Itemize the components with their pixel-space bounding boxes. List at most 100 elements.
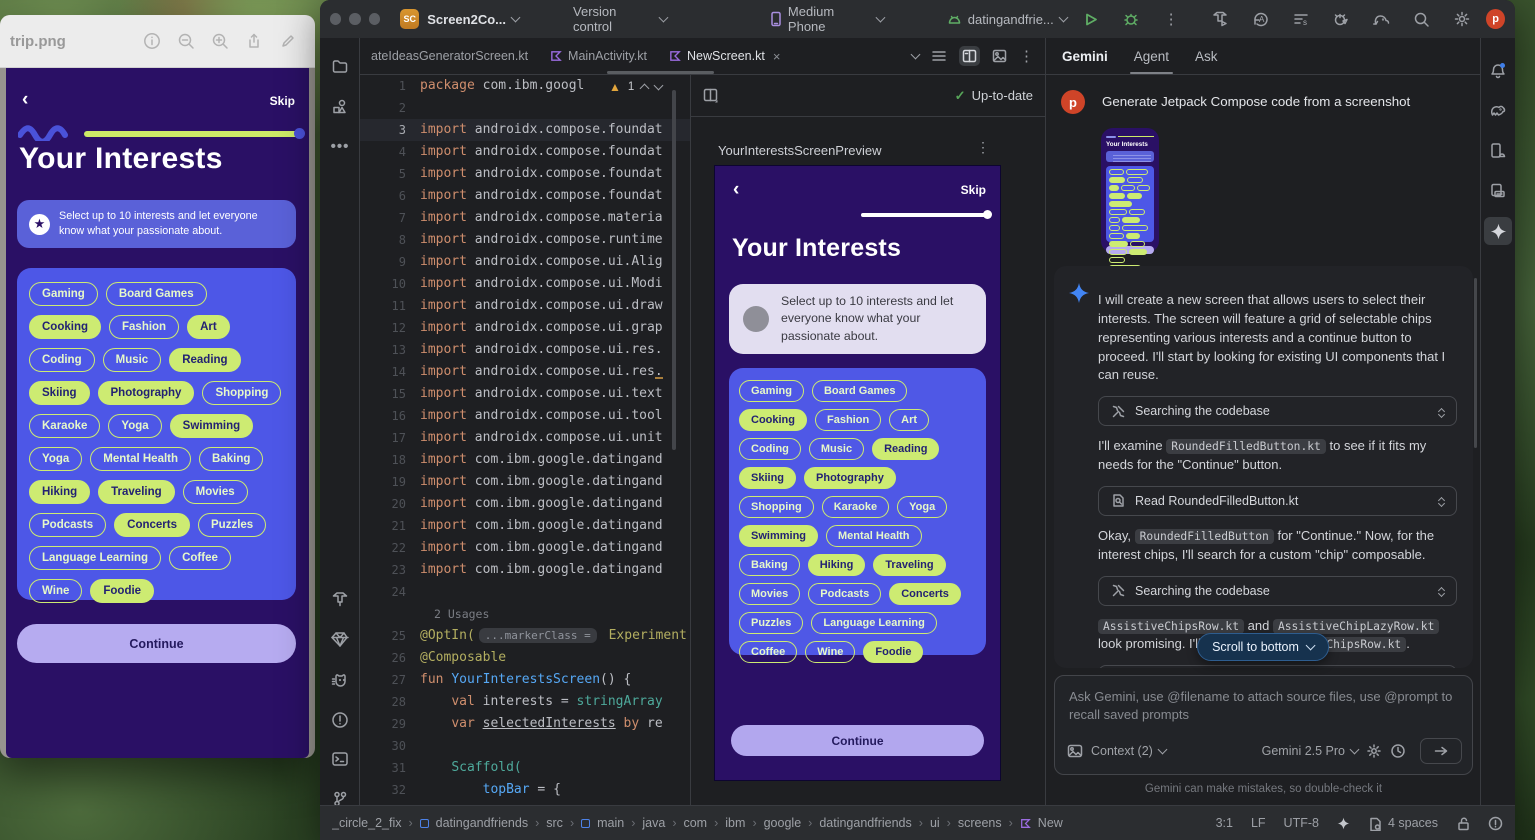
code-line[interactable]: 24 bbox=[360, 581, 690, 603]
vcs-widget[interactable]: Version control bbox=[573, 4, 667, 34]
error-highlight-icon[interactable] bbox=[1488, 816, 1503, 831]
tab-newscreen[interactable]: NewScreen.kt× bbox=[658, 38, 791, 74]
breadcrumb-item[interactable]: ibm bbox=[725, 816, 745, 830]
code-line[interactable]: 22import com.ibm.google.datingand bbox=[360, 537, 690, 559]
breadcrumb-item[interactable]: New bbox=[1038, 816, 1063, 830]
gradle-tool-icon[interactable] bbox=[1484, 97, 1512, 125]
breadcrumb-item[interactable]: com bbox=[683, 816, 707, 830]
breadcrumb[interactable]: _circle_2_fix›datingandfriends›src›main›… bbox=[332, 816, 1206, 830]
tool-call-card[interactable]: Searching the codebase bbox=[1098, 396, 1457, 426]
breadcrumb-item[interactable]: datingandfriends bbox=[819, 816, 911, 830]
user-avatar[interactable]: p bbox=[1486, 9, 1505, 29]
search-everywhere-icon[interactable] bbox=[1405, 11, 1437, 28]
debug-button[interactable] bbox=[1115, 11, 1147, 27]
project-selector[interactable]: Screen2Co... bbox=[427, 12, 519, 27]
code-line[interactable]: 14import androidx.compose.ui.res. bbox=[360, 361, 690, 383]
file-encoding[interactable]: UTF-8 bbox=[1284, 816, 1319, 830]
build-icon[interactable] bbox=[1204, 10, 1236, 28]
device-explorer-tool-icon[interactable] bbox=[1484, 177, 1512, 205]
more-actions-menu[interactable]: ⋮ bbox=[1155, 10, 1187, 28]
breadcrumb-item[interactable]: _circle_2_fix bbox=[332, 816, 401, 830]
code-line[interactable]: 31 Scaffold( bbox=[360, 757, 690, 779]
next-problem-icon[interactable] bbox=[654, 81, 664, 91]
profiler-icon[interactable] bbox=[1325, 10, 1357, 28]
chat-scrollbar[interactable] bbox=[1474, 278, 1477, 448]
code-line[interactable]: 23import com.ibm.google.datingand bbox=[360, 559, 690, 581]
code-line[interactable]: 7import androidx.compose.materia bbox=[360, 207, 690, 229]
line-ending[interactable]: LF bbox=[1251, 816, 1266, 830]
inspections-widget[interactable]: ▲ 1 bbox=[605, 78, 666, 96]
code-line[interactable]: 3import androidx.compose.foundat bbox=[360, 119, 690, 141]
editor-scrollbar[interactable] bbox=[672, 90, 676, 450]
unlock-icon[interactable] bbox=[1456, 816, 1470, 831]
run-button[interactable] bbox=[1075, 12, 1107, 27]
code-line[interactable]: 26@Composable bbox=[360, 647, 690, 669]
run-configuration[interactable]: datingandfrie... bbox=[947, 12, 1067, 27]
code-line[interactable]: 11import androidx.compose.ui.draw bbox=[360, 295, 690, 317]
device-streaming-icon[interactable]: s bbox=[1284, 10, 1316, 28]
zoom-out-icon[interactable] bbox=[169, 24, 203, 58]
code-line[interactable]: 2 Usages bbox=[360, 603, 690, 625]
tab-scrollbar[interactable] bbox=[607, 71, 714, 74]
code-line[interactable]: 30 bbox=[360, 735, 690, 757]
breadcrumb-item[interactable]: google bbox=[764, 816, 802, 830]
info-icon[interactable] bbox=[135, 24, 169, 58]
breadcrumb-item[interactable]: src bbox=[546, 816, 563, 830]
gemini-input-box[interactable]: Ask Gemini, use @filename to attach sour… bbox=[1054, 675, 1473, 775]
code-view-icon[interactable] bbox=[931, 49, 947, 63]
settings-icon[interactable] bbox=[1446, 10, 1478, 28]
tab-dateideasgeneratorscreen[interactable]: ateIdeasGeneratorScreen.kt bbox=[360, 38, 539, 74]
code-line[interactable]: 32 topBar = { bbox=[360, 779, 690, 801]
code-line[interactable]: 17import androidx.compose.ui.unit bbox=[360, 427, 690, 449]
scroll-to-bottom-button[interactable]: Scroll to bottom bbox=[1197, 633, 1329, 661]
code-line[interactable]: 15import androidx.compose.ui.text bbox=[360, 383, 690, 405]
tab-list-chevron[interactable] bbox=[911, 50, 921, 60]
window-close-button[interactable] bbox=[330, 13, 341, 25]
code-line[interactable]: 2 bbox=[360, 97, 690, 119]
markup-pencil-icon[interactable] bbox=[271, 24, 305, 58]
gemini-tool-icon[interactable] bbox=[1484, 217, 1512, 245]
code-line[interactable]: 9import androidx.compose.ui.Alig bbox=[360, 251, 690, 273]
tab-mainactivity[interactable]: MainActivity.kt bbox=[539, 38, 658, 74]
code-line[interactable]: 13import androidx.compose.ui.res. bbox=[360, 339, 690, 361]
send-button[interactable] bbox=[1420, 738, 1462, 764]
window-zoom-button[interactable] bbox=[369, 13, 380, 25]
build-tool-icon[interactable] bbox=[326, 585, 354, 613]
code-line[interactable]: 28 val interests = stringArray bbox=[360, 691, 690, 713]
attached-screenshot-thumbnail[interactable]: Your Interests bbox=[1101, 128, 1159, 253]
code-line[interactable]: 20import com.ibm.google.datingand bbox=[360, 493, 690, 515]
gemini-gem-tool-icon[interactable] bbox=[326, 625, 354, 653]
app-quality-insights-icon[interactable] bbox=[326, 666, 354, 694]
editor-options-menu[interactable]: ⋮ bbox=[1019, 47, 1035, 65]
usages-hint[interactable]: 2 Usages bbox=[360, 603, 489, 625]
device-selector[interactable]: Medium Phone bbox=[769, 4, 884, 34]
code-line[interactable]: 16import androidx.compose.ui.tool bbox=[360, 405, 690, 427]
history-icon[interactable] bbox=[1390, 743, 1406, 759]
breadcrumb-item[interactable]: main bbox=[597, 816, 624, 830]
code-line[interactable]: 10import androidx.compose.ui.Modi bbox=[360, 273, 690, 295]
gradle-sync-icon[interactable] bbox=[1365, 11, 1397, 28]
share-icon[interactable] bbox=[237, 24, 271, 58]
prev-problem-icon[interactable] bbox=[640, 84, 650, 94]
indent-setting[interactable]: 4 spaces bbox=[1368, 816, 1438, 831]
apply-changes-icon[interactable]: A bbox=[1244, 10, 1276, 28]
design-view-icon[interactable] bbox=[992, 49, 1007, 63]
terminal-tool-icon[interactable] bbox=[326, 745, 354, 773]
code-line[interactable]: 19import com.ibm.google.datingand bbox=[360, 471, 690, 493]
tool-call-card[interactable]: Read AssistiveChipsRow.kt bbox=[1098, 665, 1457, 668]
code-line[interactable]: 4import androidx.compose.foundat bbox=[360, 141, 690, 163]
tool-call-card[interactable]: Searching the codebase bbox=[1098, 576, 1457, 606]
breadcrumb-item[interactable]: datingandfriends bbox=[436, 816, 528, 830]
tool-call-card[interactable]: Read RoundedFilledButton.kt bbox=[1098, 486, 1457, 516]
running-devices-tool-icon[interactable] bbox=[1484, 137, 1512, 165]
ai-spark-icon[interactable] bbox=[1337, 817, 1350, 830]
project-tool-icon[interactable] bbox=[326, 52, 354, 80]
code-line[interactable]: 27fun YourInterestsScreen() { bbox=[360, 669, 690, 691]
code-line[interactable]: 21import com.ibm.google.datingand bbox=[360, 515, 690, 537]
code-line[interactable]: 12import androidx.compose.ui.grap bbox=[360, 317, 690, 339]
more-tool-windows-icon[interactable]: ••• bbox=[326, 132, 354, 160]
attach-image-icon[interactable] bbox=[1067, 744, 1083, 758]
close-tab-icon[interactable]: × bbox=[773, 49, 781, 64]
window-minimize-button[interactable] bbox=[349, 13, 360, 25]
notifications-icon[interactable] bbox=[1484, 57, 1512, 85]
